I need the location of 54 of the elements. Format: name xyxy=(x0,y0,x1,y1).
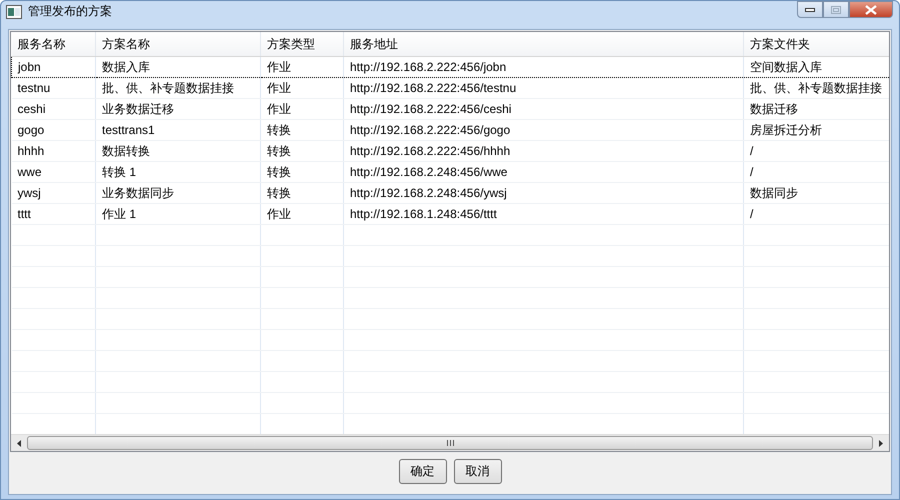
table-cell: 房屋拆迁分析 xyxy=(750,122,822,138)
window-title: 管理发布的方案 xyxy=(28,3,112,20)
table-cell: http://192.168.2.222:456/gogo xyxy=(350,123,510,137)
table-cell: / xyxy=(750,165,754,179)
table-cell: jobn xyxy=(18,60,41,74)
table-cell: 业务数据同步 xyxy=(102,184,174,202)
table-cell: http://192.168.2.248:456/ywsj xyxy=(350,186,507,200)
table-cell: ywsj xyxy=(18,186,41,200)
table-cell: http://192.168.2.248:456/wwe xyxy=(350,165,508,179)
table-cell: hhhh xyxy=(18,144,44,158)
table-cell: 作业 1 xyxy=(102,206,136,222)
table-cell: / xyxy=(750,207,754,221)
app-icon xyxy=(6,4,22,18)
table-cell: testnu xyxy=(18,81,50,95)
table-cell: 作业 xyxy=(267,80,291,96)
table-cell: 转换 xyxy=(267,184,291,202)
close-icon xyxy=(865,4,877,14)
table-cell: http://192.168.1.248:456/tttt xyxy=(350,207,497,221)
right-arrow-icon xyxy=(879,440,883,446)
column-header[interactable]: 服务地址 xyxy=(350,36,398,52)
table-cell: 转换 xyxy=(267,164,291,180)
table-cell: testtrans1 xyxy=(102,123,155,137)
grip-icon xyxy=(446,440,454,446)
table-cell: 数据入库 xyxy=(102,58,150,76)
table-cell: http://192.168.2.222:456/hhhh xyxy=(350,144,510,158)
table-cell: 空间数据入库 xyxy=(750,58,822,76)
table-cell: 数据同步 xyxy=(750,184,798,202)
table-cell: tttt xyxy=(18,207,31,221)
table-cell: 数据转换 xyxy=(102,142,150,160)
table-cell: 转换 xyxy=(267,142,291,160)
table-cell: 作业 xyxy=(267,206,291,222)
table-cell: 作业 xyxy=(267,100,291,118)
maximize-icon xyxy=(831,6,841,14)
table-cell: ceshi xyxy=(18,102,46,116)
minimize-button[interactable] xyxy=(797,1,823,18)
table-cell: http://192.168.2.222:456/jobn xyxy=(350,60,506,74)
close-button[interactable] xyxy=(849,1,893,18)
table-cell: 数据迁移 xyxy=(750,100,798,118)
scroll-thumb[interactable] xyxy=(27,436,873,450)
ok-button[interactable]: 确定 xyxy=(398,459,446,484)
table-cell: gogo xyxy=(18,123,44,137)
cancel-button[interactable]: 取消 xyxy=(454,459,502,484)
table-cell: 转换 xyxy=(267,122,291,138)
left-arrow-icon xyxy=(17,440,21,446)
table-cell: 业务数据迁移 xyxy=(102,100,174,118)
table-cell: wwe xyxy=(18,165,42,179)
table-cell: http://192.168.2.222:456/ceshi xyxy=(350,102,512,116)
minimize-icon xyxy=(805,8,815,12)
table-cell: 批、供、补专题数据挂接 xyxy=(102,80,234,96)
table-cell: 转换 1 xyxy=(102,164,136,180)
table-cell: 作业 xyxy=(267,58,291,76)
table-cell: / xyxy=(750,144,754,158)
table-cell: http://192.168.2.222:456/testnu xyxy=(350,81,516,95)
table-cell: 批、供、补专题数据挂接 xyxy=(750,80,882,96)
